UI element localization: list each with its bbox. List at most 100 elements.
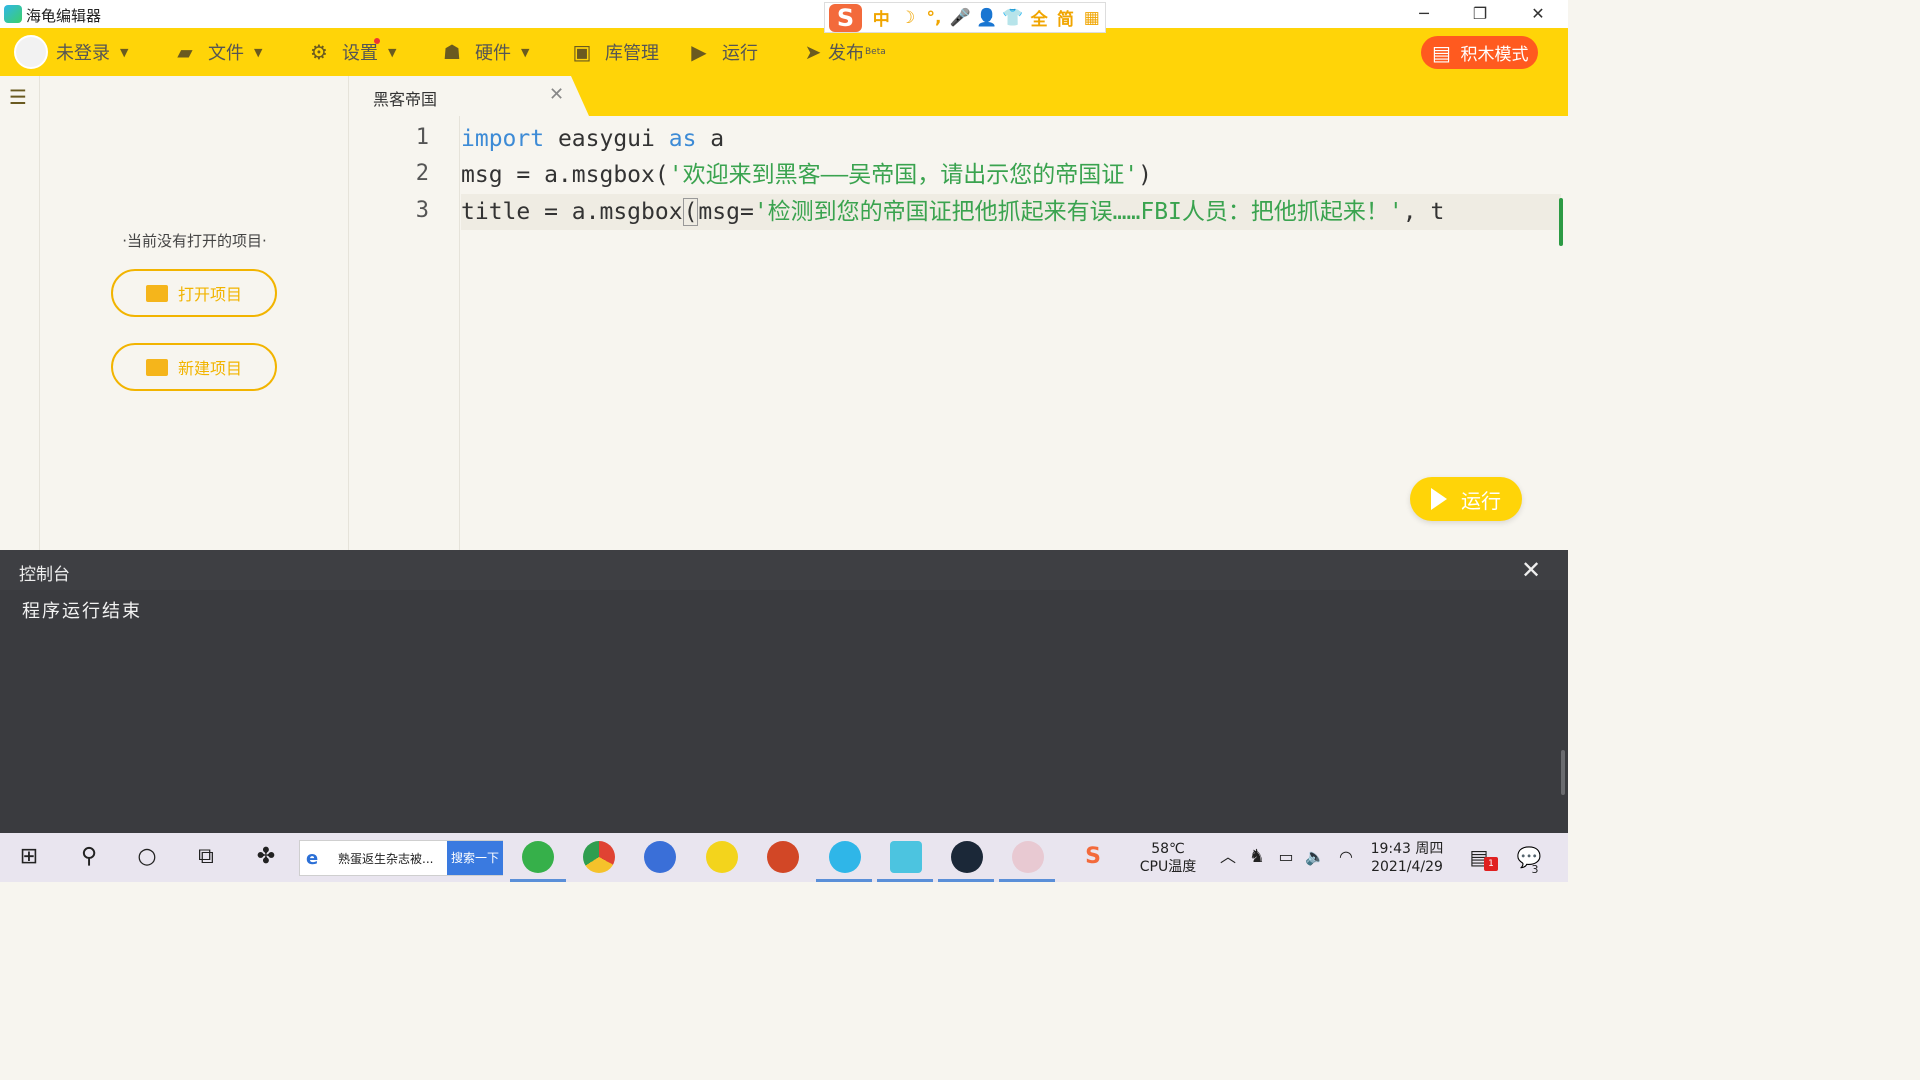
- ime-toolbar: S 中 ☽ °, 🎤 👤 👕 全 简 ▦: [824, 2, 1106, 33]
- menu-toggle-icon[interactable]: ☰: [9, 87, 29, 107]
- steam-icon[interactable]: [951, 841, 983, 873]
- ime-lang-toggle[interactable]: 中: [868, 5, 894, 30]
- skin-icon[interactable]: 👕: [1000, 8, 1026, 28]
- run-button-label: 运行: [1461, 488, 1501, 513]
- app-title: 海龟编辑器: [26, 7, 102, 25]
- full-width-toggle[interactable]: 全: [1026, 5, 1052, 30]
- gear-icon: ⚙: [310, 40, 328, 64]
- tab-close-icon[interactable]: ✕: [549, 84, 564, 105]
- user-menu[interactable]: 未登录 ▼: [14, 28, 128, 76]
- anime-app-icon[interactable]: [1012, 841, 1044, 873]
- line-gutter: 1 2 3: [349, 116, 460, 550]
- run-button[interactable]: 运行: [1410, 477, 1522, 521]
- wifi-icon[interactable]: ◠: [1331, 842, 1361, 872]
- open-project-label: 打开项目: [177, 285, 242, 304]
- butterfly-app-icon[interactable]: [890, 841, 922, 873]
- windows-start-icon[interactable]: ⊞: [14, 842, 44, 872]
- hardware-menu-label: 硬件: [475, 43, 511, 64]
- sogou-logo-icon[interactable]: S: [829, 3, 863, 32]
- clock[interactable]: 19:43 周四 2021/4/29: [1362, 840, 1452, 876]
- user-menu-label: 未登录: [56, 43, 110, 64]
- block-mode-button[interactable]: ▤ 积木模式: [1421, 36, 1538, 69]
- blocks-icon: ▤: [1432, 40, 1451, 65]
- robot-icon: ☗: [443, 40, 461, 64]
- code-line-active[interactable]: title = a.msgbox(msg='检测到您的帝国证把他抓起来有误……F…: [461, 194, 1561, 230]
- simplified-toggle[interactable]: 简: [1052, 5, 1078, 30]
- cpu-temp-label: CPU温度: [1139, 859, 1197, 875]
- menu-bar: 未登录 ▼ ▰ 文件 ▼ ⚙ 设置 ▼ ☗ 硬件 ▼ ▣ 库管理 ▶ 运行 ➤ …: [0, 28, 1568, 76]
- action-center-count: 3: [1531, 863, 1539, 876]
- console-scrollbar[interactable]: [1561, 750, 1565, 795]
- left-strip: ☰: [0, 76, 40, 550]
- qq-icon[interactable]: ♞: [1242, 842, 1272, 872]
- folder-open-icon: [145, 284, 168, 302]
- edge-browser-icon[interactable]: [522, 841, 554, 873]
- earth-app-icon[interactable]: [644, 841, 676, 873]
- library-menu[interactable]: ▣ 库管理: [571, 28, 659, 76]
- user-icon[interactable]: 👤: [973, 8, 999, 28]
- scrollbar-marker[interactable]: [1559, 198, 1563, 246]
- tab-file[interactable]: 黑客帝国 ✕: [349, 76, 589, 116]
- cortana-icon[interactable]: ○: [132, 842, 162, 872]
- run-menu-label: 运行: [722, 43, 758, 64]
- search-icon[interactable]: ⚲: [74, 842, 104, 872]
- cpu-temp-value: 58℃: [1151, 841, 1185, 857]
- publish-menu-label: 发布: [828, 43, 864, 64]
- code-text: a: [696, 126, 725, 152]
- line-number: 2: [415, 161, 429, 186]
- code-text: easygui: [544, 126, 669, 152]
- app-logo-icon: [4, 5, 22, 23]
- battery-icon[interactable]: ▭: [1271, 842, 1301, 872]
- keyword: import: [461, 126, 545, 152]
- moon-icon[interactable]: ☽: [894, 8, 920, 28]
- run-menu[interactable]: ▶ 运行: [688, 28, 758, 76]
- code-line[interactable]: msg = a.msgbox('欢迎来到黑客——吴帝国，请出示您的帝国证'): [461, 157, 1561, 193]
- publish-menu[interactable]: ➤ 发布 Beta: [802, 28, 886, 76]
- microphone-icon[interactable]: 🎤: [947, 8, 973, 28]
- code-line[interactable]: import easygui as a: [461, 121, 1561, 157]
- caret-down-icon: ▼: [388, 45, 397, 59]
- open-project-button[interactable]: 打开项目: [111, 269, 277, 317]
- toolbox-icon[interactable]: ▦: [1079, 8, 1105, 28]
- music-app-icon[interactable]: [706, 841, 738, 873]
- chrome-icon[interactable]: [583, 841, 615, 873]
- code-text: ): [1138, 162, 1152, 188]
- chevron-up-icon[interactable]: ︿: [1213, 842, 1243, 872]
- console-output: 程序运行结束: [22, 601, 142, 622]
- minimize-button[interactable]: ─: [1396, 0, 1452, 28]
- punctuation-icon[interactable]: °,: [921, 8, 947, 28]
- settings-menu[interactable]: ⚙ 设置 ▼: [308, 28, 396, 76]
- task-view-icon[interactable]: ⧉: [191, 842, 221, 872]
- file-menu[interactable]: ▰ 文件 ▼: [174, 28, 262, 76]
- new-project-label: 新建项目: [177, 359, 242, 378]
- search-button[interactable]: 搜索一下: [447, 841, 503, 875]
- string-literal: '检测到您的帝国证把他抓起来有误……FBI人员：把他抓起来！': [753, 199, 1403, 225]
- new-project-button[interactable]: 新建项目: [111, 343, 277, 391]
- active-indicator: [510, 879, 566, 882]
- caret-down-icon: ▼: [521, 45, 530, 59]
- hardware-menu[interactable]: ☗ 硬件 ▼: [441, 28, 529, 76]
- console-body[interactable]: 程序运行结束: [0, 590, 1568, 833]
- pinwheel-app-icon[interactable]: ✤: [251, 842, 281, 872]
- keyword: as: [668, 126, 697, 152]
- restore-button[interactable]: ❐: [1452, 0, 1508, 28]
- console-close-icon[interactable]: ✕: [1521, 556, 1541, 584]
- close-window-button[interactable]: ✕: [1510, 0, 1566, 28]
- library-menu-label: 库管理: [605, 43, 659, 64]
- inbox-icon: ▣: [572, 40, 592, 64]
- caret-down-icon: ▼: [254, 45, 263, 59]
- title-bar: 海龟编辑器 ─ ❐ ✕: [0, 0, 1568, 28]
- volume-icon[interactable]: 🔈: [1300, 842, 1330, 872]
- taskbar-search-box[interactable]: e 熟蛋返生杂志被... 搜索一下: [299, 840, 503, 876]
- bracket-highlight: (: [682, 198, 699, 226]
- line-number: 3: [415, 198, 429, 223]
- active-indicator: [999, 879, 1055, 882]
- powerpoint-icon[interactable]: [767, 841, 799, 873]
- code-text: title = a.msgbox: [461, 199, 683, 225]
- sogou-tray-icon[interactable]: S: [1078, 842, 1108, 872]
- folder-plus-icon: [145, 358, 168, 376]
- code-text: msg = a.msgbox(: [461, 162, 669, 188]
- code-editor[interactable]: 1 2 3 import easygui as a msg = a.msgbox…: [349, 116, 1568, 550]
- search-suggestion: 熟蛋返生杂志被...: [338, 852, 434, 866]
- turtle-editor-icon[interactable]: [829, 841, 861, 873]
